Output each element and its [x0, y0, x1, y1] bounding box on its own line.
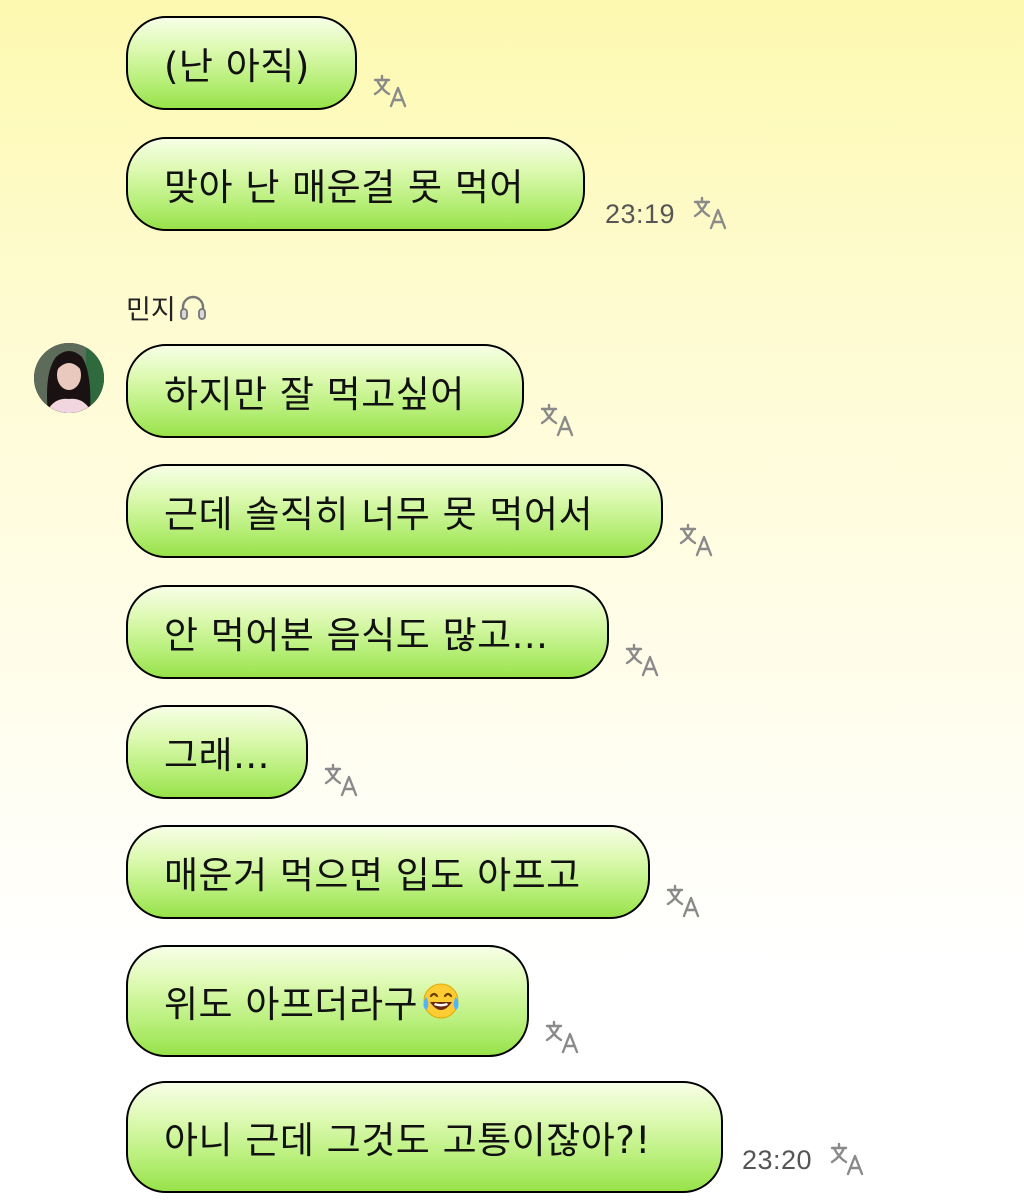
message-bubble[interactable]: 맞아 난 매운걸 못 먹어: [126, 137, 585, 231]
message-text: 위도 아프더라구: [164, 983, 419, 1026]
message-bubble[interactable]: (난 아직): [126, 16, 357, 110]
message-bubble[interactable]: 아니 근데 그것도 고통이잖아?!: [126, 1081, 723, 1193]
message-meta: [666, 884, 702, 918]
face-with-tears-of-joy-icon: [423, 983, 459, 1019]
message-text: 그래...: [164, 734, 270, 777]
sender-name: 민지: [126, 288, 208, 327]
message-text: 매운거 먹으면 입도 아프고: [164, 854, 581, 897]
sender-name-text: 민지: [126, 295, 176, 326]
headphone-icon: [179, 295, 206, 320]
translate-icon[interactable]: [545, 1020, 581, 1054]
message-text: 근데 솔직히 너무 못 먹어서: [164, 493, 593, 536]
message-meta: [540, 403, 576, 437]
translate-icon[interactable]: [830, 1142, 866, 1176]
avatar-image: [34, 343, 104, 413]
translate-icon[interactable]: [666, 884, 702, 918]
message-meta: [324, 763, 360, 797]
translate-icon[interactable]: [679, 523, 715, 557]
translate-icon[interactable]: [625, 643, 661, 677]
chat-area: (난 아직) 맞아 난 매운걸 못 먹어 23:19 민지 하지만 잘 먹고싶어…: [0, 0, 1024, 1201]
message-bubble[interactable]: 안 먹어본 음식도 많고...: [126, 585, 609, 679]
message-meta: [545, 1020, 581, 1054]
message-text: (난 아직): [164, 45, 310, 88]
message-text: 맞아 난 매운걸 못 먹어: [164, 166, 524, 209]
message-meta: 23:19: [605, 196, 729, 230]
message-bubble[interactable]: 매운거 먹으면 입도 아프고: [126, 825, 650, 919]
message-meta: [625, 643, 661, 677]
avatar[interactable]: [34, 343, 104, 413]
translate-icon[interactable]: [693, 196, 729, 230]
translate-icon[interactable]: [373, 74, 409, 108]
translate-icon[interactable]: [540, 403, 576, 437]
message-bubble[interactable]: 하지만 잘 먹고싶어: [126, 344, 524, 438]
message-meta: [679, 523, 715, 557]
message-text: 안 먹어본 음식도 많고...: [164, 614, 549, 657]
message-bubble[interactable]: 그래...: [126, 705, 308, 799]
message-bubble[interactable]: 위도 아프더라구: [126, 945, 529, 1057]
translate-icon[interactable]: [324, 763, 360, 797]
timestamp: 23:20: [742, 1145, 813, 1175]
message-text: 하지만 잘 먹고싶어: [164, 373, 465, 416]
message-text: 아니 근데 그것도 고통이잖아?!: [164, 1119, 651, 1162]
message-meta: [373, 74, 409, 108]
message-bubble[interactable]: 근데 솔직히 너무 못 먹어서: [126, 464, 663, 558]
message-meta: 23:20: [742, 1142, 866, 1176]
timestamp: 23:19: [605, 199, 676, 229]
